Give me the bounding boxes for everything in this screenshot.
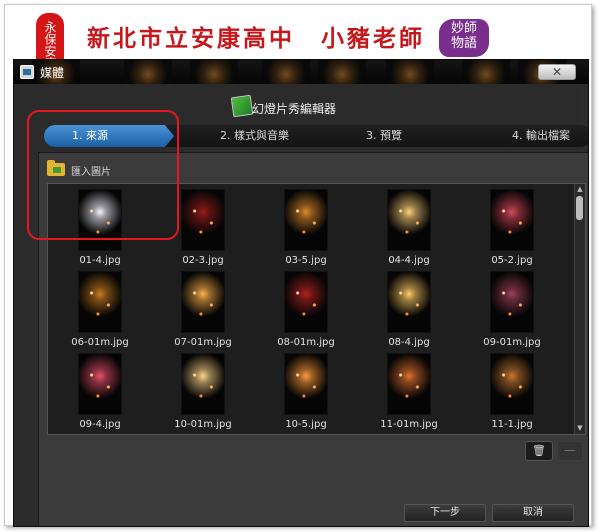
- thumbnail-item[interactable]: 04-4.jpg: [369, 189, 449, 267]
- school-name: 新北市立安康高中: [87, 25, 295, 52]
- thumbnail-image[interactable]: [78, 271, 122, 333]
- step-style-music[interactable]: 2. 樣式與音樂: [220, 125, 289, 147]
- window-title: 媒體: [40, 66, 65, 80]
- thumbnail-caption: 08-01m.jpg: [277, 337, 335, 348]
- teacher-name: 小豬老師: [321, 25, 425, 52]
- thumbnail-image[interactable]: [284, 189, 328, 251]
- thumbnail-caption: 05-2.jpg: [491, 255, 533, 266]
- thumbnail-caption: 07-01m.jpg: [174, 337, 232, 348]
- thumbnail-caption: 03-5.jpg: [285, 255, 327, 266]
- thumbnail-item[interactable]: 08-4.jpg: [369, 271, 449, 349]
- thumbnail-image[interactable]: [284, 271, 328, 333]
- thumbnail-caption: 04-4.jpg: [388, 255, 430, 266]
- next-button[interactable]: 下一步: [404, 504, 486, 522]
- trash-icon: 🗑: [532, 444, 546, 457]
- screenshot-frame: 永保安康 新北市立安康高中 小豬老師 妙師 物語 媒體 ✕ 幻燈片秀編輯器 1. …: [4, 4, 592, 527]
- close-button[interactable]: ✕: [538, 64, 576, 80]
- thumbnail-image[interactable]: [181, 353, 225, 415]
- thumbnail-item[interactable]: 07-01m.jpg: [163, 271, 243, 349]
- slideshow-logo-icon: [230, 94, 254, 118]
- cancel-button[interactable]: 取消: [492, 504, 574, 522]
- thumbnail-image[interactable]: [284, 353, 328, 415]
- thumbnail-item[interactable]: 09-01m.jpg: [472, 271, 552, 349]
- scroll-up-icon[interactable]: ▲: [576, 185, 584, 193]
- thumbnail-item[interactable]: 11-1.jpg: [472, 353, 552, 431]
- badge-logo: 妙師 物語: [439, 19, 489, 57]
- badge-line-1: 妙師: [450, 21, 477, 36]
- banner-headline: 新北市立安康高中 小豬老師: [87, 19, 425, 53]
- remove-button[interactable]: —: [557, 441, 583, 461]
- scroll-thumb[interactable]: [576, 196, 583, 220]
- thumbnail-item[interactable]: 08-01m.jpg: [266, 271, 346, 349]
- thumbnail-image[interactable]: [387, 353, 431, 415]
- step-preview[interactable]: 3. 預覽: [366, 125, 402, 147]
- badge-line-2: 物語: [450, 36, 477, 51]
- thumbnail-caption: 10-5.jpg: [285, 419, 327, 430]
- thumbnail-caption: 08-4.jpg: [388, 337, 430, 348]
- thumbnail-caption: 06-01m.jpg: [71, 337, 129, 348]
- thumbnail-item[interactable]: 05-2.jpg: [472, 189, 552, 267]
- thumbnail-image[interactable]: [78, 353, 122, 415]
- thumbnail-image[interactable]: [490, 189, 534, 251]
- window-titlebar: 媒體 ✕: [14, 60, 588, 84]
- thumbnail-image[interactable]: [490, 353, 534, 415]
- vertical-scrollbar[interactable]: ▲ ▼: [574, 184, 585, 434]
- highlight-annotation: [27, 110, 179, 240]
- delete-button[interactable]: 🗑: [525, 441, 553, 461]
- thumbnail-item[interactable]: 10-01m.jpg: [163, 353, 243, 431]
- thumbnail-caption: 01-4.jpg: [79, 255, 121, 266]
- thumbnail-caption: 11-01m.jpg: [380, 419, 438, 430]
- thumbnail-item[interactable]: 06-01m.jpg: [60, 271, 140, 349]
- thumbnail-caption: 09-4.jpg: [79, 419, 121, 430]
- thumbnail-caption: 11-1.jpg: [491, 419, 533, 430]
- thumbnail-image[interactable]: [181, 189, 225, 251]
- thumbnail-item[interactable]: 03-5.jpg: [266, 189, 346, 267]
- app-title: 幻燈片秀編輯器: [252, 102, 337, 116]
- thumbnail-image[interactable]: [387, 271, 431, 333]
- thumbnail-caption: 02-3.jpg: [182, 255, 224, 266]
- window-icon: [20, 65, 34, 79]
- thumbnail-image[interactable]: [490, 271, 534, 333]
- thumbnail-item[interactable]: 10-5.jpg: [266, 353, 346, 431]
- thumbnail-image[interactable]: [387, 189, 431, 251]
- scroll-down-icon[interactable]: ▼: [576, 424, 584, 432]
- blog-banner: 永保安康 新北市立安康高中 小豬老師 妙師 物語: [5, 5, 591, 77]
- step-output[interactable]: 4. 輸出檔案: [512, 125, 570, 147]
- thumbnail-caption: 10-01m.jpg: [174, 419, 232, 430]
- thumbnail-item[interactable]: 11-01m.jpg: [369, 353, 449, 431]
- thumbnail-caption: 09-01m.jpg: [483, 337, 541, 348]
- thumbnail-image[interactable]: [181, 271, 225, 333]
- thumbnail-item[interactable]: 09-4.jpg: [60, 353, 140, 431]
